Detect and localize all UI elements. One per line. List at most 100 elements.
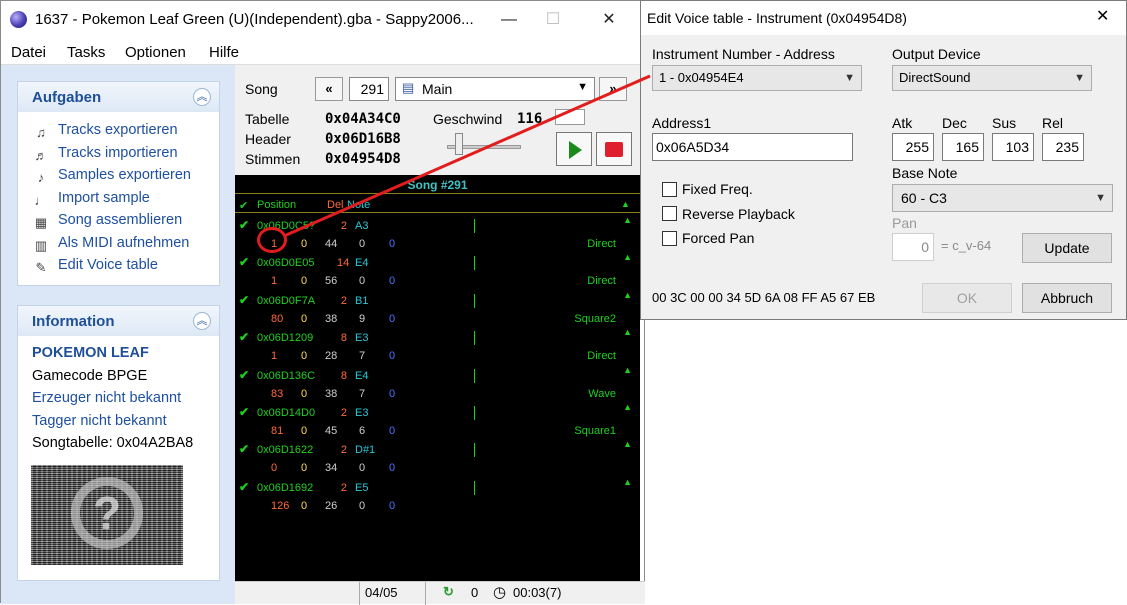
track-voice: 126 (271, 499, 290, 512)
check-icon: ✔ (239, 405, 250, 419)
scroll-up-icon[interactable]: ▲ (621, 199, 630, 209)
prev-song-button[interactable]: « (315, 77, 343, 101)
dialog-title: Edit Voice table - Instrument (0x04954D8… (647, 10, 907, 26)
menu-hilfe[interactable]: Hilfe (209, 44, 239, 61)
track-value-5: 0 (389, 462, 396, 475)
instrument-select[interactable]: 1 - 0x04954E4 ▼ (652, 65, 862, 91)
track-address: 0x06D0E05 (257, 257, 315, 270)
task-assemble-song[interactable]: ▦ Song assemblieren (32, 212, 182, 232)
header-check-icon: ✔ (239, 200, 249, 212)
track-row[interactable]: ✔ 0x06D136C 8 E4 ▲ 83 0 38 7 0 Wave (235, 365, 640, 402)
next-song-button[interactable]: » (599, 77, 627, 101)
track-divider (474, 368, 475, 383)
fixed-freq-checkbox[interactable] (662, 182, 677, 197)
track-row[interactable]: ✔ 0x06D0F7A 2 B1 ▲ 80 0 38 9 0 Square2 (235, 290, 640, 327)
track-delay: 2 (340, 407, 347, 419)
rel-label: Rel (1042, 115, 1064, 131)
dec-label: Dec (942, 115, 967, 131)
track-list[interactable]: Song #291 ✔ Position Del Note ▲ ✔ 0x06D0C… (235, 175, 640, 581)
task-import-sample[interactable]: ♩ Import sample (32, 190, 150, 210)
song-number-input[interactable]: 291 (349, 77, 389, 101)
task-export-tracks[interactable]: ♫ Tracks exportieren (32, 122, 177, 142)
minimize-button[interactable]: — (487, 5, 531, 35)
update-button[interactable]: Update (1022, 233, 1112, 263)
track-value-2: 0 (301, 238, 308, 250)
instrument-label: Instrument Number - Address (652, 46, 835, 62)
col-note: Note (347, 199, 371, 211)
track-row[interactable]: ✔ 0x06D0C5? 2 A3 ▲ 1 0 44 0 0 Direct (235, 215, 640, 252)
track-divider (474, 443, 475, 458)
reverse-playback-checkbox[interactable] (662, 206, 677, 221)
window-title: 1637 - Pokemon Leaf Green (U)(Independen… (35, 11, 474, 28)
stop-button[interactable] (596, 132, 632, 166)
tasks-panel-header[interactable]: Aufgaben ︽ (18, 82, 219, 112)
track-value-4: 7 (359, 350, 366, 363)
track-value-2: 0 (301, 499, 308, 512)
collapse-icon[interactable]: ︽ (193, 312, 211, 330)
track-note: E5 (355, 481, 369, 494)
forced-pan-checkbox[interactable] (662, 231, 677, 246)
reverse-playback-label: Reverse Playback (682, 206, 795, 222)
track-row[interactable]: ✔ 0x06D1692 2 E5 ▲ 126 0 26 0 0 (235, 477, 640, 514)
atk-input[interactable]: 255 (892, 133, 934, 161)
track-value-5: 0 (389, 275, 396, 288)
close-button[interactable]: ✕ (587, 5, 631, 35)
address-input[interactable]: 0x06A5D34 (652, 133, 853, 161)
collapse-icon[interactable]: ︽ (193, 88, 211, 106)
chevron-down-icon: ▼ (577, 81, 588, 93)
track-value-2: 0 (301, 462, 308, 475)
table-label: Tabelle (245, 111, 290, 127)
menu-optionen[interactable]: Optionen (125, 44, 186, 61)
info-panel-header[interactable]: Information ︽ (18, 306, 219, 336)
cancel-button[interactable]: Abbruch (1022, 283, 1112, 313)
ok-button[interactable]: OK (922, 283, 1012, 313)
edit-voice-dialog: Edit Voice table - Instrument (0x04954D8… (640, 0, 1127, 320)
volume-slider-thumb[interactable] (455, 133, 463, 155)
task-record-midi[interactable]: ▥ Als MIDI aufnehmen (32, 235, 190, 255)
pan-input[interactable]: 0 (892, 233, 934, 261)
creator-link[interactable]: Erzeuger nicht bekannt (32, 390, 181, 406)
check-icon: ✔ (239, 255, 250, 270)
track-note: D#1 (355, 444, 376, 457)
output-device-label: Output Device (892, 46, 981, 62)
play-time: 00:03(7) (513, 585, 562, 600)
track-value-4: 6 (359, 425, 366, 437)
track-address: 0x06D14D0 (257, 407, 316, 419)
dec-input[interactable]: 165 (942, 133, 984, 161)
track-row[interactable]: ✔ 0x06D0E05 14 E4 ▲ 1 0 56 0 0 Direct (235, 252, 640, 289)
track-divider (474, 480, 475, 495)
play-button[interactable] (556, 132, 592, 166)
title-divider (235, 193, 640, 194)
stop-icon (605, 142, 623, 157)
track-instrument: Square1 (574, 425, 616, 437)
track-value-4: 7 (359, 387, 366, 400)
track-note: A3 (355, 220, 369, 232)
output-device-select[interactable]: DirectSound ▼ (892, 65, 1092, 91)
base-note-select[interactable]: 60 - C3 ▼ (892, 184, 1113, 212)
track-arrow-icon: ▲ (623, 215, 632, 225)
track-delay: 2 (340, 220, 347, 232)
dialog-close-button[interactable]: ✕ (1096, 6, 1109, 26)
track-row[interactable]: ✔ 0x06D1209 8 E3 ▲ 1 0 28 7 0 Direct (235, 327, 640, 364)
speed-spinner[interactable] (555, 109, 585, 125)
rel-input[interactable]: 235 (1042, 133, 1084, 161)
track-row[interactable]: ✔ 0x06D14D0 2 E3 ▲ 81 0 45 6 0 Square1 (235, 402, 640, 439)
song-select[interactable]: ▤ Main ▼ (395, 77, 595, 101)
task-edit-voice-table[interactable]: ✎ Edit Voice table (32, 257, 158, 277)
task-import-tracks[interactable]: ♬ Tracks importieren (32, 145, 178, 165)
game-name: POKEMON LEAF (32, 345, 149, 361)
track-instrument: Square2 (574, 312, 616, 325)
maximize-button[interactable]: ☐ (531, 5, 575, 35)
song-label: Song (245, 81, 278, 97)
track-value-3: 44 (325, 238, 338, 250)
sus-input[interactable]: 103 (992, 133, 1034, 161)
track-note: E4 (355, 257, 369, 270)
track-instrument: Wave (588, 387, 616, 400)
tagger-link[interactable]: Tagger nicht bekannt (32, 413, 167, 429)
task-export-samples[interactable]: ♪ Samples exportieren (32, 167, 191, 187)
menu-tasks[interactable]: Tasks (67, 44, 105, 61)
menu-datei[interactable]: Datei (11, 44, 46, 61)
check-icon: ✔ (239, 218, 250, 232)
track-value-4: 9 (359, 312, 366, 325)
track-row[interactable]: ✔ 0x06D1622 2 D#1 ▲ 0 0 34 0 0 (235, 439, 640, 476)
